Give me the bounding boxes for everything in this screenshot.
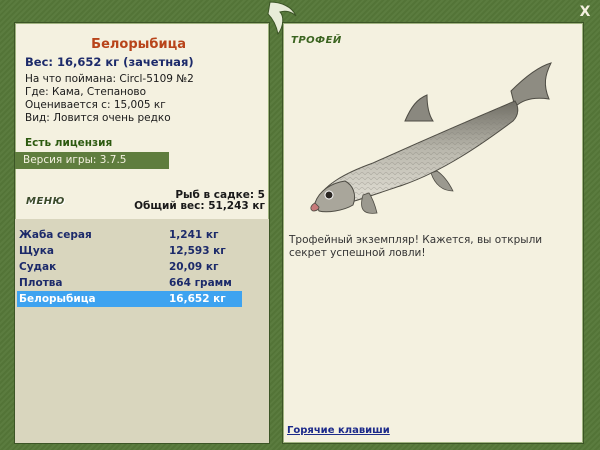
- catch-row[interactable]: Жаба серая 1,241 кг: [17, 227, 242, 243]
- catch-location: Где: Кама, Степаново: [25, 86, 147, 98]
- fish-dorsal-fin: [404, 94, 434, 122]
- close-button[interactable]: X: [577, 4, 593, 20]
- fish-image: [310, 62, 552, 214]
- catch-weight: 1,241 кг: [169, 229, 219, 241]
- catch-name: Жаба серая: [19, 229, 92, 241]
- catch-name: Плотва: [19, 277, 63, 289]
- catch-name: Щука: [19, 245, 54, 257]
- fish-info-panel: Белорыбица Вес: 16,652 кг (зачетная) На …: [14, 22, 270, 444]
- catch-list: Жаба серая 1,241 кг Щука 12,593 кг Судак…: [15, 219, 269, 443]
- version-label: Версия игры: 3.7.5: [23, 154, 127, 166]
- catch-weight: 20,09 кг: [169, 261, 219, 273]
- caught-with: На что поймана: Circl-5109 №2: [25, 73, 194, 85]
- catch-weight: 16,652 кг: [169, 293, 226, 305]
- catch-row[interactable]: Судак 20,09 кг: [17, 259, 242, 275]
- catch-name: Судак: [19, 261, 57, 273]
- catch-row[interactable]: Щука 12,593 кг: [17, 243, 242, 259]
- catch-weight: 12,593 кг: [169, 245, 226, 257]
- fish-name: Белорыбица: [91, 37, 186, 52]
- license-status: Есть лицензия: [25, 137, 113, 149]
- trophy-message: Трофейный экземпляр! Кажется, вы открыли…: [289, 234, 543, 259]
- fish-tail: [510, 62, 552, 108]
- version-bar: Версия игры: 3.7.5: [15, 152, 169, 169]
- trophy-threshold: Оценивается с: 15,005 кг: [25, 99, 166, 111]
- species-rarity: Вид: Ловится очень редко: [25, 112, 171, 124]
- hotkeys-link[interactable]: Горячие клавиши: [287, 425, 390, 436]
- trophy-panel: ТРОФЕЙ Трофейный экземпляр! Кажется, вы …: [282, 22, 584, 444]
- fish-head: [314, 180, 356, 213]
- fish-weight: Вес: 16,652 кг (зачетная): [25, 55, 194, 69]
- fish-eye: [324, 190, 334, 200]
- catch-row-selected[interactable]: Белорыбица 16,652 кг: [17, 291, 242, 307]
- catch-weight: 664 грамм: [169, 277, 232, 289]
- catch-name: Белорыбица: [19, 293, 96, 305]
- menu-button[interactable]: МЕНЮ: [26, 196, 65, 207]
- cage-total-weight: Общий вес: 51,243 кг: [134, 200, 265, 212]
- catch-row[interactable]: Плотва 664 грамм: [17, 275, 242, 291]
